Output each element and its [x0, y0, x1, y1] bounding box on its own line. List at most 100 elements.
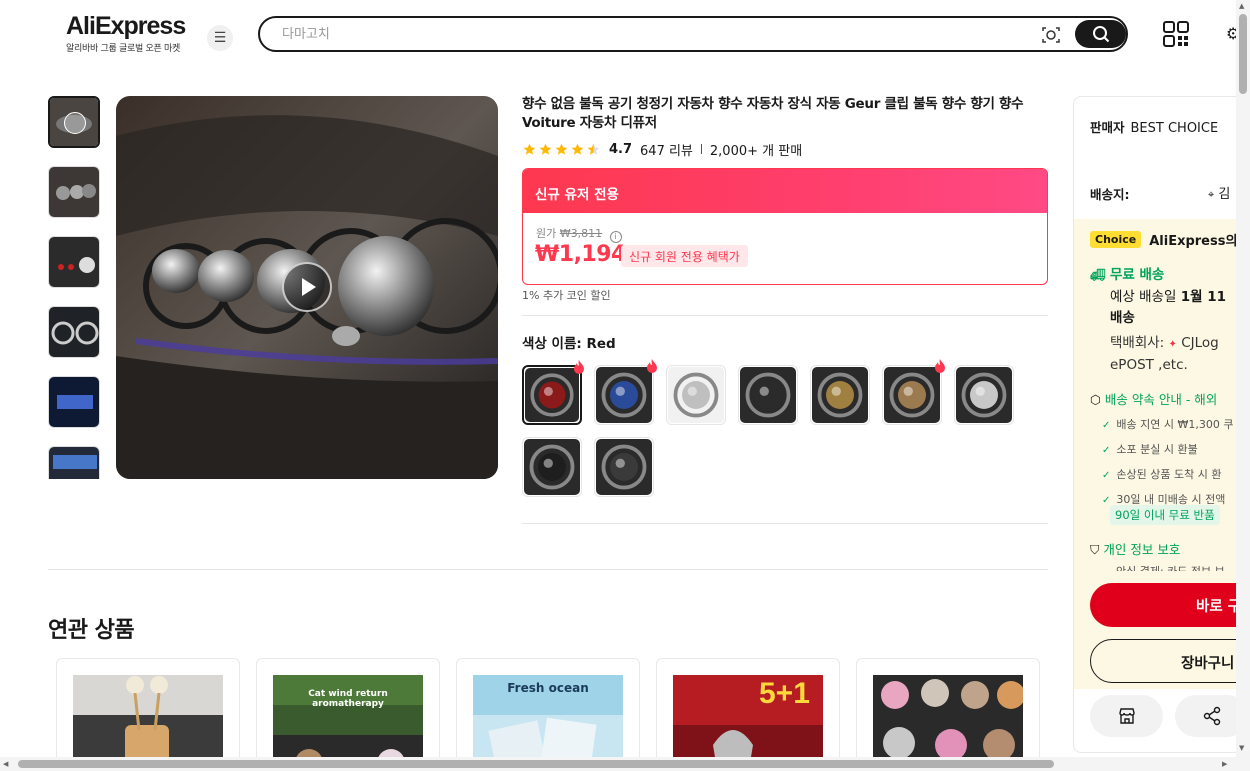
variant-swatch[interactable] [594, 437, 654, 497]
ship-location[interactable]: ⌖ 김 [1208, 183, 1230, 202]
current-price: ₩1,194 [535, 242, 626, 267]
hot-fire-icon [574, 360, 584, 374]
settings-icon[interactable]: ⚙ [1226, 24, 1236, 44]
related-product-image [73, 675, 223, 767]
main-product-image[interactable] [116, 96, 498, 479]
price-box: 신규 유저 전용 원가 ₩3,811 i ₩1,194 신규 회원 전용 혜택가 [522, 168, 1048, 285]
star-icon [571, 143, 584, 155]
header: AliExpress 알리바바 그룹 글로벌 오픈 마켓 ☰ 다마고치 ⚙ [0, 0, 1236, 70]
variant-image [884, 367, 940, 423]
seller-name[interactable]: BEST CHOICE [1131, 121, 1219, 136]
choice-badge: Choice [1090, 231, 1142, 248]
privacy-label: 개인 정보 보호 [1103, 542, 1181, 557]
seller-row: 판매자 BEST CHOICE [1090, 117, 1218, 136]
product-title: 향수 없음 불독 공기 청정기 자동차 향수 자동차 장식 자동 Geur 클립… [522, 96, 1024, 131]
play-video-button[interactable] [282, 262, 332, 312]
store-button[interactable] [1090, 695, 1163, 737]
related-product-card[interactable]: 5+1 [656, 658, 840, 768]
courier-label: 택배회사: [1110, 335, 1165, 351]
variant-image [740, 367, 796, 423]
promise-item: 배송 지연 시 ₩1,300 쿠 [1116, 413, 1233, 438]
play-icon [64, 112, 86, 134]
logo-text: AliExpress [66, 12, 186, 40]
horizontal-scroll-thumb[interactable] [18, 760, 1054, 768]
truck-icon: 🚚︎ [1090, 268, 1106, 282]
thumbnail-image[interactable] [48, 376, 100, 428]
related-product-image: 5+1 [673, 675, 823, 767]
menu-icon[interactable]: ☰ [207, 25, 233, 51]
scroll-right-icon[interactable]: ▶ [1222, 760, 1227, 768]
variant-image [525, 368, 579, 422]
scroll-down-icon[interactable]: ▼ [1239, 744, 1244, 752]
free-shipping-label: 무료 배송 [1109, 267, 1165, 283]
shield-check-icon: ⛉ [1090, 542, 1100, 557]
share-button[interactable] [1175, 695, 1242, 737]
thumbnail-image[interactable] [48, 446, 100, 479]
variant-swatch[interactable] [882, 359, 945, 425]
purchase-panel: 판매자 BEST CHOICE 배송지: ⌖ 김 Choice AliExpres… [1073, 96, 1243, 753]
qr-code-icon[interactable] [1163, 21, 1189, 47]
location-pin-icon: ⌖ [1208, 188, 1215, 201]
privacy-note: 안심 결제: 카드 정보 보 [1116, 563, 1225, 571]
divider [522, 523, 1048, 524]
vertical-scroll-thumb[interactable] [1239, 14, 1247, 94]
search-input[interactable] [282, 24, 1022, 44]
scroll-left-icon[interactable]: ◀ [3, 760, 8, 768]
variant-swatch[interactable] [666, 365, 726, 425]
related-product-card[interactable] [56, 658, 240, 768]
delivery-promise[interactable]: ⬡ 배송 약속 안내 - 해외 [1090, 389, 1217, 408]
search-button[interactable] [1075, 20, 1126, 48]
divider [48, 569, 1048, 570]
buy-now-button[interactable]: 바로 구 [1090, 583, 1242, 627]
shield-box-icon: ⬡ [1090, 392, 1101, 407]
thumbnail-image[interactable] [48, 306, 100, 358]
logo-tagline: 알리바바 그룹 글로벌 오픈 마켓 [66, 44, 180, 54]
variant-image [812, 367, 868, 423]
variant-swatch[interactable] [522, 360, 584, 425]
eta-suffix: 배송 [1110, 310, 1135, 326]
related-product-caption: 5+1 [759, 677, 810, 710]
vertical-scrollbar[interactable]: ▲ ▼ [1236, 0, 1250, 771]
star-rating [523, 143, 600, 156]
hot-fire-icon [935, 359, 945, 373]
variant-swatch[interactable] [738, 365, 798, 425]
thumbnail-video[interactable] [48, 96, 100, 148]
courier-info: 택배회사: ✦ CJLog ePOST ,etc. [1110, 333, 1242, 375]
variant-swatch[interactable] [594, 359, 657, 425]
hot-fire-icon [647, 359, 657, 373]
new-user-banner: 신규 유저 전용 [523, 169, 1047, 213]
star-icon [523, 143, 536, 155]
eta-prefix: 예상 배송일 [1110, 289, 1177, 305]
camera-search-icon[interactable] [1041, 25, 1061, 45]
thumbnail-image[interactable] [48, 236, 100, 288]
star-icon [555, 143, 568, 155]
star-icon [587, 143, 600, 155]
related-product-image: Fresh ocean [473, 675, 623, 767]
original-price-value: ₩3,811 [559, 227, 603, 240]
share-icon [1203, 706, 1220, 726]
variant-swatch[interactable] [954, 365, 1014, 425]
choice-text: AliExpress의 우 [1149, 234, 1242, 249]
variant-image [524, 439, 580, 495]
sold-count: 2,000+ 개 판매 [709, 143, 803, 159]
scroll-up-icon[interactable]: ▲ [1239, 2, 1244, 10]
related-product-card[interactable] [856, 658, 1040, 768]
add-to-cart-button[interactable]: 장바구니 [1090, 639, 1242, 683]
variant-swatch[interactable] [522, 437, 582, 497]
related-product-card[interactable]: Fresh ocean [456, 658, 640, 768]
review-count[interactable]: 647 리뷰 [640, 140, 693, 159]
coin-discount: 1% 추가 코인 할인 [522, 289, 611, 302]
choice-row: Choice AliExpress의 우 [1090, 230, 1242, 249]
variant-swatch[interactable] [810, 365, 870, 425]
promise-list: 배송 지연 시 ₩1,300 쿠 소포 분실 시 환불 손상된 상품 도착 시 … [1116, 413, 1233, 513]
privacy-protection[interactable]: ⛉ 개인 정보 보호 [1090, 539, 1180, 558]
promise-item: 손상된 상품 도착 시 환 [1116, 463, 1233, 488]
logo[interactable]: AliExpress 알리바바 그룹 글로벌 오픈 마켓 [66, 12, 186, 54]
related-product-image: Cat wind return aromatherapy [273, 675, 423, 767]
related-product-card[interactable]: Cat wind return aromatherapy [256, 658, 440, 768]
horizontal-scrollbar[interactable]: ◀ ▶ [0, 757, 1236, 771]
promise-item: 소포 분실 시 환불 [1116, 438, 1233, 463]
related-product-caption: Fresh ocean [507, 681, 589, 695]
ship-location-value: 김 [1218, 187, 1231, 202]
thumbnail-image[interactable] [48, 166, 100, 218]
